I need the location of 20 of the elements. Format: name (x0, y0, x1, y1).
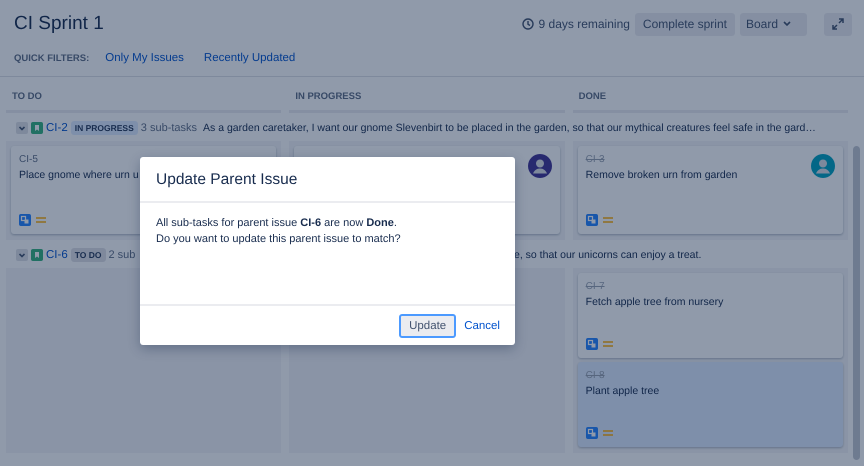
issue-key: CI-3 (586, 154, 738, 165)
issue-key: CI-5 (19, 154, 139, 165)
status-lozenge: TO DO (70, 248, 106, 262)
column-header: TO DO (6, 77, 282, 113)
issue-summary: As a garden caretaker, I want our gnome Slevenbirt to be placed in the garden, so that our mythical creatures feel safe in the gard… (203, 122, 816, 134)
board-title: CI Sprint 1 (14, 13, 104, 35)
remaining-time: 9 days remaining (538, 17, 630, 31)
dialog-message: All sub-tasks for parent issue CI-6 are now Done. Do you want to update this parent issue to match? (156, 216, 402, 247)
filters-label: QUICK FILTERS: (14, 52, 90, 64)
status-lozenge: IN PROGRESS (70, 121, 138, 135)
issue-title: Place gnome where urn u (19, 169, 139, 181)
issue-title: Remove broken urn from garden (586, 169, 738, 181)
column-header: DONE (572, 77, 848, 113)
issue-key: CI-7 (586, 281, 724, 292)
subtask-count: 3 sub-tasks (140, 122, 198, 134)
issue-title: Fetch apple tree from nursery (586, 296, 724, 308)
column-header: IN PROGRESS (289, 77, 565, 113)
dialog-title: Update Parent Issue (140, 157, 515, 203)
subtask-count: 2 sub (108, 249, 136, 261)
issue-title: Plant apple tree (586, 385, 660, 397)
